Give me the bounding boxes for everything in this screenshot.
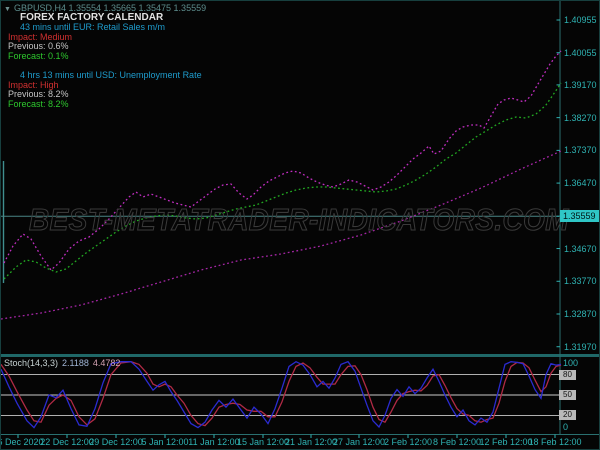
watermark-text: BEST-METATRADER-INDICATORS.COM: [29, 201, 570, 237]
forex-factory-calendar-overlay: FOREX FACTORY CALENDAR 43 mins until EUR…: [1, 12, 421, 110]
panel-separator: [1, 354, 599, 357]
price-axis-label: 1.38270: [564, 112, 597, 123]
stoch-axis-label-0: 0: [563, 422, 569, 432]
price-axis-label: 1.31970: [564, 341, 597, 352]
stoch-level-badge-80: 80: [559, 369, 576, 380]
price-axis-label: 1.37370: [564, 145, 597, 156]
stochastic-main-value: 2.1188: [62, 358, 89, 368]
time-axis-label: 16 Dec 2020: [1, 437, 44, 447]
stoch-axis-label-100: 100: [563, 358, 579, 368]
price-axis-label: 1.32870: [564, 309, 597, 319]
time-axis-label: 27 Jan 12:00: [332, 437, 386, 447]
price-axis-label: 1.40955: [564, 15, 597, 25]
stochastic-name: Stoch(14,3,3): [4, 358, 59, 368]
time-axis-label: 22 Dec 12:00: [40, 437, 94, 447]
price-axis-label: 1.40055: [564, 47, 597, 58]
time-axis-label: 21 Jan 12:00: [284, 437, 338, 447]
time-axis-label: 29 Dec 12:00: [89, 437, 143, 447]
event-forecast: Forecast: 0.1%: [8, 51, 69, 62]
stoch-level-badge-50: 50: [559, 390, 576, 400]
price-axis-label: 1.34670: [564, 243, 597, 254]
price-axis-label: 1.33770: [564, 276, 597, 287]
current-price-tag: 1.35559: [560, 210, 599, 223]
event-forecast: Forecast: 8.2%: [8, 98, 69, 109]
mt4-chart-window: ▼ GBPUSD,H4 1.35554 1.35665 1.35475 1.355…: [0, 0, 600, 450]
time-axis-label: 12 Feb 12:00: [479, 437, 533, 447]
stochastic-signal-value: 4.4782: [92, 358, 121, 368]
time-axis-label: 8 Feb 12:00: [432, 437, 482, 447]
stochastic-indicator-label: Stoch(14,3,3) 2.1188 4.4782: [4, 358, 120, 368]
price-axis-label: 1.36470: [564, 178, 597, 189]
stoch-level-badge-20: 20: [559, 410, 576, 421]
time-axis-label: 2 Feb 12:00: [383, 437, 433, 447]
time-axis-label: 15 Jan 12:00: [236, 437, 290, 447]
time-axis-label: 5 Jan 12:00: [141, 437, 189, 447]
time-axis-label: 11 Jan 12:00: [188, 437, 240, 447]
event-countdown: 4 hrs 13 mins until USD: Unemployment Ra…: [20, 69, 202, 80]
time-axis-label: 18 Feb 12:00: [528, 437, 582, 447]
price-axis-label: 1.39170: [564, 79, 597, 90]
ma-medium-green: [3, 82, 562, 280]
stoch-d-red: [1, 361, 562, 427]
